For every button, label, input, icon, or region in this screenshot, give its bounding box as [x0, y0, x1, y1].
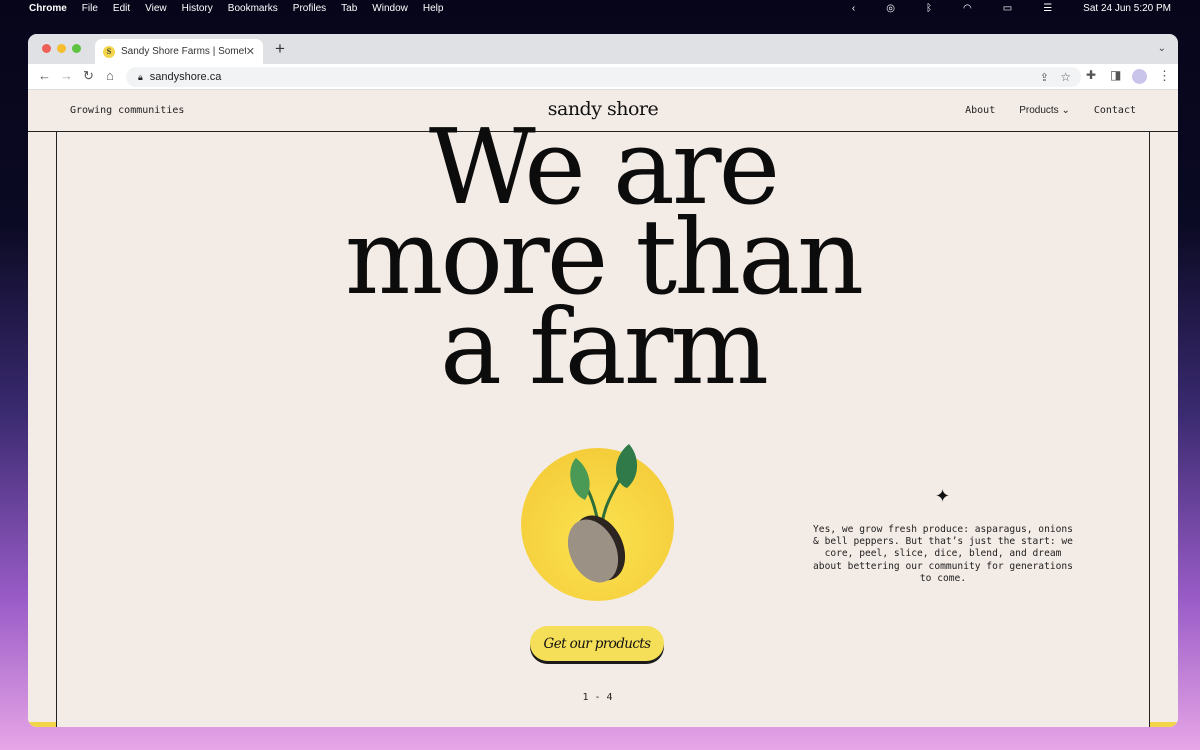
menu-file[interactable]: File [82, 3, 98, 14]
focus-icon[interactable]: ◎ [886, 3, 895, 14]
menu-edit[interactable]: Edit [113, 3, 130, 14]
menu-tab[interactable]: Tab [341, 3, 357, 14]
minimize-window-button[interactable] [57, 44, 66, 53]
headline-line: a farm [440, 286, 769, 408]
profile-avatar[interactable] [1132, 69, 1147, 84]
sparkle-icon: ✦ [935, 486, 951, 506]
side-panel-icon[interactable]: ◨ [1110, 68, 1121, 82]
favicon: S [103, 45, 115, 58]
menu-app-name[interactable]: Chrome [29, 3, 67, 14]
accent-strip-left [28, 722, 56, 727]
battery-icon[interactable]: ▭ [1003, 3, 1012, 14]
menu-history[interactable]: History [182, 3, 213, 14]
nav-about[interactable]: About [965, 105, 995, 116]
maximize-window-button[interactable] [72, 44, 81, 53]
intro-description: Yes, we grow fresh produce: asparagus, o… [813, 524, 1073, 584]
tab-title: Sandy Shore Farms | Something [121, 46, 246, 57]
share-icon[interactable]: ⇪ [1040, 71, 1049, 84]
chevron-left-icon[interactable]: ‹ [852, 3, 855, 14]
address-bar[interactable]: 🔒︎ sandyshore.ca ⇪ ☆ [126, 67, 1081, 87]
url-text: sandyshore.ca [149, 71, 222, 83]
accent-strip-right [1150, 722, 1178, 727]
sprouting-seed-illustration [521, 444, 674, 601]
browser-tab[interactable]: S Sandy Shore Farms | Something ✕ [95, 39, 263, 64]
menu-help[interactable]: Help [423, 3, 444, 14]
browser-window: S Sandy Shore Farms | Something ✕ + ⌄ ← … [28, 34, 1178, 727]
tab-search-icon[interactable]: ⌄ [1158, 43, 1166, 54]
clock[interactable]: Sat 24 Jun 5:20 PM [1083, 3, 1171, 14]
menu-profiles[interactable]: Profiles [293, 3, 326, 14]
back-icon[interactable]: ← [38, 68, 51, 83]
bluetooth-icon[interactable]: ᛒ [926, 3, 932, 14]
reload-icon[interactable]: ↻ [83, 68, 94, 84]
menu-window[interactable]: Window [372, 3, 408, 14]
nav-products[interactable]: Products ⌄ [1019, 105, 1070, 116]
bookmark-star-icon[interactable]: ☆ [1060, 70, 1071, 84]
extensions-icon[interactable]: ✚ [1086, 68, 1096, 82]
menu-view[interactable]: View [145, 3, 167, 14]
hero-headline: We are more than a farm [28, 115, 1178, 408]
new-tab-button[interactable]: + [275, 39, 285, 59]
wifi-icon[interactable]: ◠ [963, 3, 972, 14]
more-menu-icon[interactable]: ⋮ [1158, 68, 1171, 84]
nav-contact[interactable]: Contact [1094, 105, 1136, 116]
slide-pager: 1 - 4 [582, 692, 613, 703]
web-page: Growing communities sandy shore About Pr… [28, 90, 1178, 727]
get-products-button[interactable]: Get our products [530, 626, 664, 661]
lock-icon: 🔒︎ [138, 71, 143, 82]
forward-icon[interactable]: → [60, 68, 73, 83]
browser-toolbar: ← → ↻ ⌂ 🔒︎ sandyshore.ca ⇪ ☆ ✚ ◨ ⋮ [28, 64, 1178, 90]
control-center-icon[interactable]: ☰ [1043, 3, 1052, 14]
menu-bookmarks[interactable]: Bookmarks [228, 3, 278, 14]
close-tab-icon[interactable]: ✕ [246, 45, 255, 58]
mac-menubar: Chrome File Edit View History Bookmarks … [0, 0, 1200, 17]
home-icon[interactable]: ⌂ [106, 68, 114, 83]
close-window-button[interactable] [42, 44, 51, 53]
tab-bar: S Sandy Shore Farms | Something ✕ + ⌄ [28, 34, 1178, 64]
